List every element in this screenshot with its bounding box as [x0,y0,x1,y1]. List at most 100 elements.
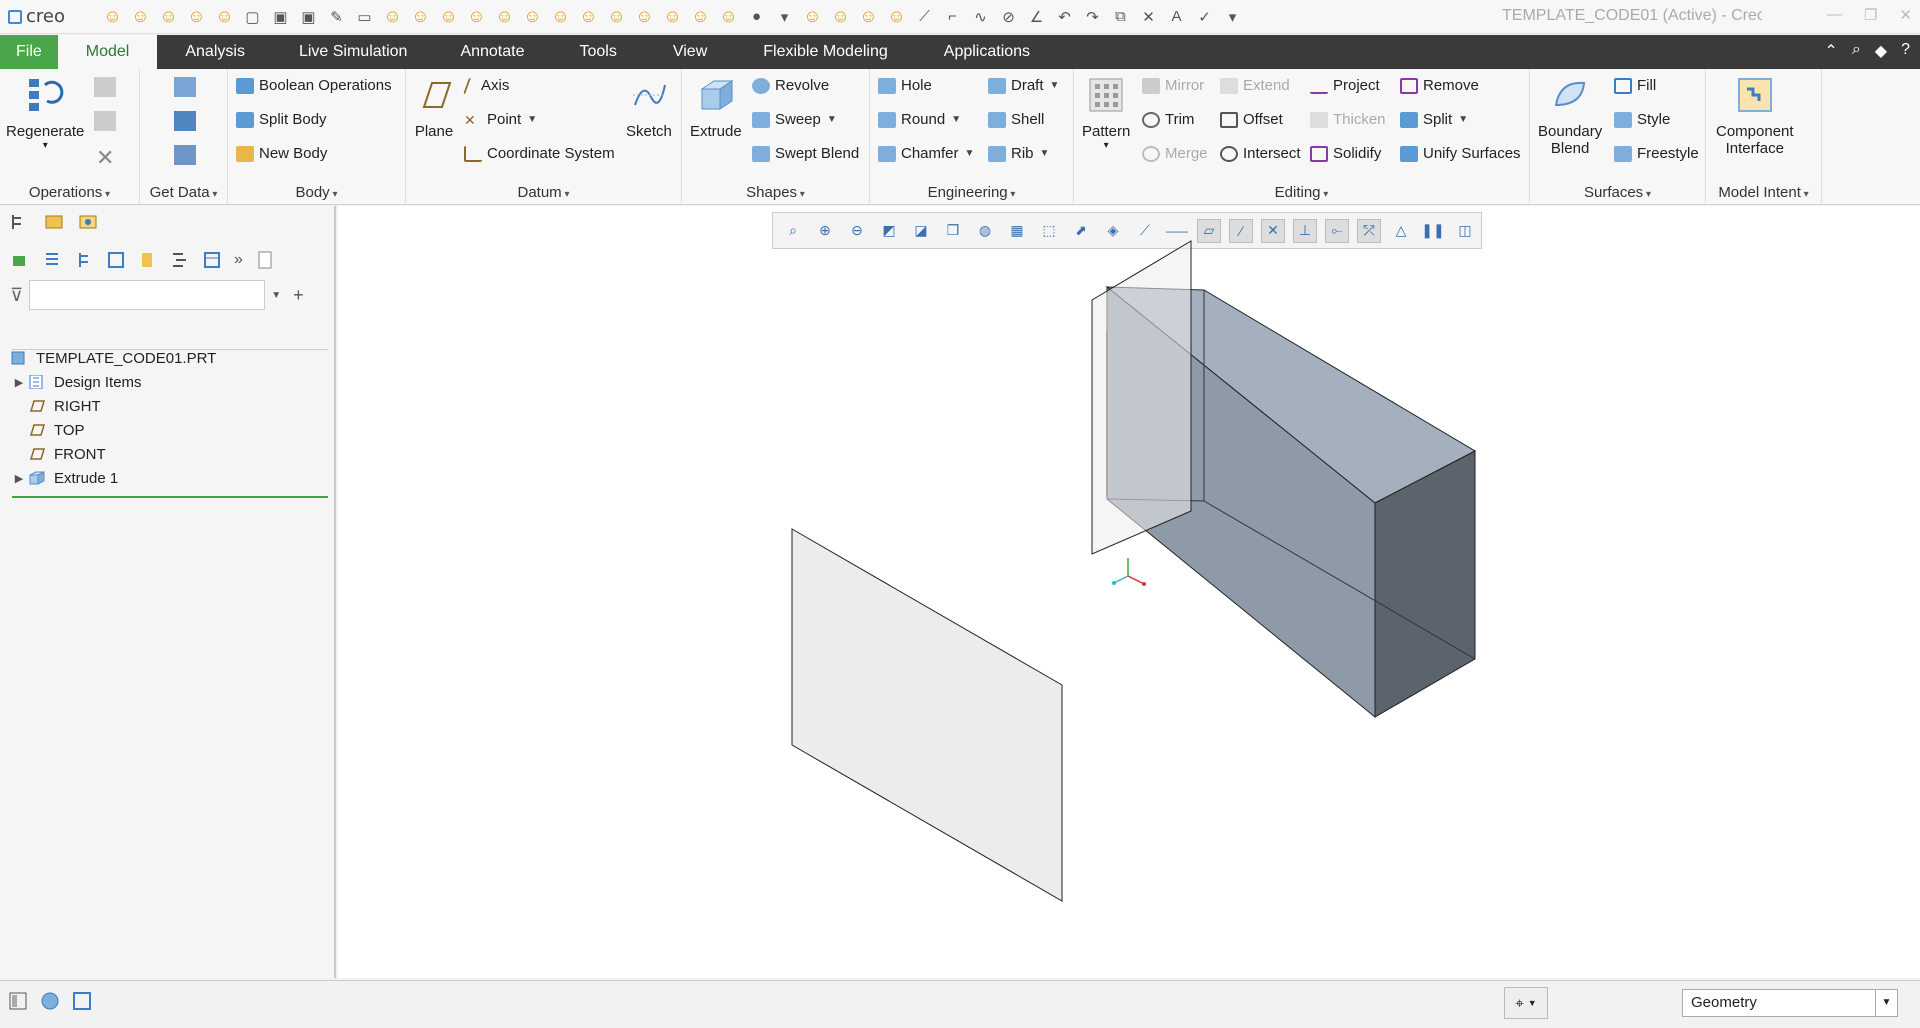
smiley-icon[interactable]: ☺ [380,5,405,29]
text-icon[interactable]: A [1164,5,1189,29]
zoom-out-icon[interactable]: ⊖ [845,219,869,243]
pause-icon[interactable]: ❚❚ [1421,219,1445,243]
tree-node-extrude[interactable]: ▶ Extrude 1 [10,466,330,490]
point-button[interactable]: ✕ Point ▼ [464,111,537,128]
merge-button[interactable]: Merge [1142,145,1208,162]
datum-point-display-icon[interactable]: ✕ [1261,218,1285,243]
dropdown-icon[interactable]: ▾ [772,5,797,29]
style-button[interactable]: Style [1614,111,1670,128]
boundary-blend-button[interactable]: Boundary Blend [1538,75,1602,157]
round-button[interactable]: Round ▼ [878,111,961,128]
datum-plane-display-icon[interactable]: ▱ [1197,218,1221,243]
offset-button[interactable]: Offset [1220,111,1283,128]
smiley-icon[interactable]: ☺ [716,5,741,29]
smiley-icon[interactable]: ☺ [800,5,825,29]
delete-icon[interactable]: ✕ [96,145,114,171]
fullscreen-toggle-icon[interactable] [72,991,92,1011]
draft-button[interactable]: Draft ▼ [988,77,1059,94]
section-icon[interactable]: ⬚ [1037,219,1061,243]
stop-icon[interactable]: ◫ [1453,219,1477,243]
remove-button[interactable]: Remove [1400,77,1479,94]
tree-node-top[interactable]: TOP [10,418,330,442]
smiley-icon[interactable]: ☺ [688,5,713,29]
tab-annotate[interactable]: Annotate [433,35,551,69]
tree-detail-icon[interactable] [74,250,94,270]
close-icon[interactable]: ✕ [1899,6,1912,24]
regenerate-button[interactable]: Regenerate ▾ [6,75,84,151]
plane-display-icon[interactable]: ⟋ [1133,219,1157,243]
tree-columns-icon[interactable] [106,250,126,270]
solidify-button[interactable]: Solidify [1310,145,1381,162]
graphics-window[interactable]: ⌕ ⊕ ⊖ ◩ ◪ ❒ ◍ ▦ ⬚ ⬈ ◈ ⟋ ⸺ ▱ ⁄ ✕ ⊥ ⟜ ⤱ △ … [338,206,1920,978]
swept-blend-button[interactable]: Swept Blend [752,145,859,162]
smiley-icon[interactable]: ☺ [884,5,909,29]
tab-file[interactable]: File [0,35,58,69]
expand-icon[interactable]: ▶ [10,472,28,485]
sketch-button[interactable]: Sketch [626,75,672,140]
sphere-icon[interactable]: ● [744,5,769,29]
tree-node-right[interactable]: RIGHT [10,394,330,418]
redo-icon[interactable]: ↷ [1080,5,1105,29]
smiley-icon[interactable]: ☺ [520,5,545,29]
revolve-button[interactable]: Revolve [752,77,829,94]
smiley-icon[interactable]: ☺ [212,5,237,29]
axis-button[interactable]: Axis [463,77,509,94]
component-interface-button[interactable]: Component Interface [1716,75,1794,157]
help-center-icon[interactable]: ◆ [1875,41,1887,61]
annotation-toggle-icon[interactable]: ⤱ [1357,218,1381,243]
smiley-icon[interactable]: ☺ [548,5,573,29]
smiley-icon[interactable]: ☺ [128,5,153,29]
smiley-icon[interactable]: ☺ [492,5,517,29]
tree-table-icon[interactable] [202,250,222,270]
windows-icon[interactable]: ⧉ [1108,5,1133,29]
smiley-icon[interactable]: ☺ [436,5,461,29]
save-icon[interactable]: ▣ [268,5,293,29]
zoom-in-icon[interactable]: ⊕ [813,219,837,243]
tree-node-part[interactable]: TEMPLATE_CODE01.PRT [10,346,330,370]
triangle-icon[interactable]: △ [1389,219,1413,243]
smiley-icon[interactable]: ☺ [184,5,209,29]
minimize-icon[interactable]: — [1827,6,1842,24]
tab-analysis[interactable]: Analysis [157,35,273,69]
view-manager-icon[interactable]: ◍ [973,219,997,243]
chamfer-button[interactable]: Chamfer ▼ [878,145,974,162]
tab-flexible-modeling[interactable]: Flexible Modeling [735,35,916,69]
smiley-icon[interactable]: ☺ [604,5,629,29]
tab-live-simulation[interactable]: Live Simulation [273,35,434,69]
favorites-tab-icon[interactable] [78,212,98,232]
shrinkwrap-icon[interactable] [174,145,196,165]
intersect-button[interactable]: Intersect [1220,145,1301,162]
copy-geometry-icon[interactable] [174,111,196,131]
search-icon[interactable]: ⌕ [1852,41,1861,61]
folder-browser-tab-icon[interactable] [44,212,64,232]
smiley-icon[interactable]: ☺ [828,5,853,29]
smiley-icon[interactable]: ☺ [632,5,657,29]
tree-node-design-items[interactable]: ▶ Design Items [10,370,330,394]
tree-node-front[interactable]: FRONT [10,442,330,466]
browser-toggle-icon[interactable] [40,991,60,1011]
boolean-operations-button[interactable]: Boolean Operations [236,77,392,94]
mirror-button[interactable]: Mirror [1142,77,1204,94]
smiley-icon[interactable]: ☺ [856,5,881,29]
smiley-icon[interactable]: ☺ [156,5,181,29]
coordinate-system-button[interactable]: Coordinate System [464,145,615,162]
tab-applications[interactable]: Applications [916,35,1058,69]
smiley-icon[interactable]: ☺ [100,5,125,29]
page-icon[interactable] [255,250,275,270]
sweep-button[interactable]: Sweep ▼ [752,111,837,128]
refit-icon[interactable]: ⌕ [781,219,805,243]
rib-button[interactable]: Rib ▼ [988,145,1049,162]
project-button[interactable]: Project [1310,77,1380,94]
model-tree-tab-icon[interactable] [10,212,30,232]
split-button[interactable]: Split ▼ [1400,111,1468,128]
find-button[interactable]: ⌖ ▼ [1504,987,1548,1019]
open-icon[interactable]: ▭ [352,5,377,29]
user-defined-feature-icon[interactable] [174,77,196,97]
repaint-icon[interactable]: ◩ [877,219,901,243]
tree-settings-icon[interactable] [138,250,158,270]
saved-orientations-icon[interactable]: ❒ [941,219,965,243]
new-body-button[interactable]: New Body [236,145,327,162]
smiley-icon[interactable]: ☺ [464,5,489,29]
edit-icon[interactable]: ✎ [324,5,349,29]
smiley-icon[interactable]: ☺ [660,5,685,29]
